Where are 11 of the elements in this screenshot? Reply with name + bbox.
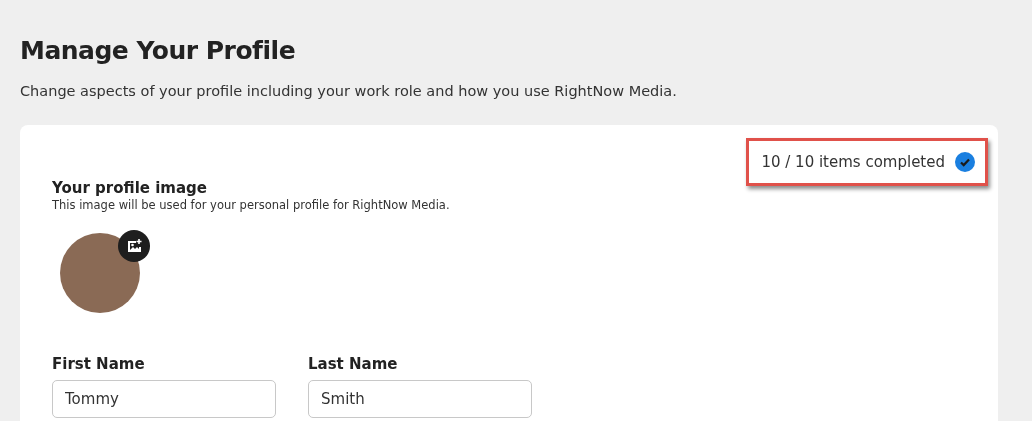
field-label: Last Name: [308, 354, 399, 374]
name-input[interactable]: Smith: [308, 380, 532, 418]
page-title: Manage Your Profile: [20, 35, 297, 67]
section-heading: Your profile image: [52, 178, 208, 198]
section-description: This image will be used for your personal profile for RightNow Media.: [52, 198, 451, 212]
page-subtitle: Change aspects of your profile including your work role and how you use RightNow Media.: [20, 82, 678, 101]
field-label: First Name: [52, 354, 146, 374]
edit-image-button[interactable]: [118, 230, 150, 262]
name-input[interactable]: Tommy: [52, 380, 276, 418]
progress-text: 10 / 10 items completed: [761, 153, 945, 171]
image-add-icon: [126, 238, 142, 254]
